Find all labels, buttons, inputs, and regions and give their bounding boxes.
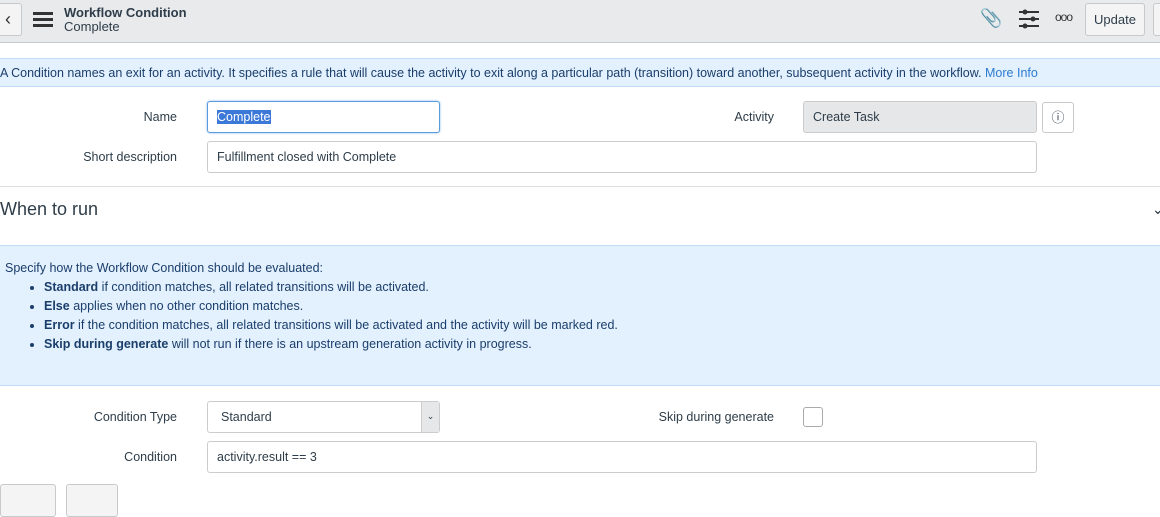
hamburger-menu-icon[interactable]	[33, 12, 53, 30]
name-label: Name	[143, 110, 177, 124]
condition-type-value: Standard	[221, 410, 272, 424]
activity-field: Create Task	[803, 101, 1037, 133]
name-input[interactable]: Complete	[207, 101, 440, 133]
help-item: Standard if condition matches, all relat…	[44, 278, 1160, 297]
settings-sliders-icon[interactable]	[1018, 9, 1040, 34]
condition-type-label: Condition Type	[93, 410, 177, 424]
more-info-link[interactable]: More Info	[985, 66, 1038, 80]
help-intro: Specify how the Workflow Condition shoul…	[5, 261, 324, 275]
help-item: Skip during generate will not run if the…	[44, 335, 1160, 354]
chevron-down-icon[interactable]: ⌄	[421, 402, 439, 432]
more-options-icon[interactable]: ooo	[1055, 10, 1073, 24]
form-header: ‹ Workflow Condition Complete 📎 ooo Upda…	[0, 0, 1160, 43]
back-button[interactable]: ‹	[0, 3, 22, 36]
submit-button[interactable]	[1153, 3, 1160, 36]
skip-during-generate-checkbox[interactable]	[803, 407, 823, 427]
help-box: Specify how the Workflow Condition shoul…	[0, 245, 1160, 386]
bottom-update-button[interactable]	[0, 484, 56, 517]
help-item: Else applies when no other condition mat…	[44, 297, 1160, 316]
condition-label: Condition	[124, 450, 177, 464]
record-name: Complete	[64, 19, 120, 34]
help-item: Error if the condition matches, all rela…	[44, 316, 1160, 335]
skip-during-generate-label: Skip during generate	[658, 410, 774, 424]
update-button[interactable]: Update	[1085, 3, 1145, 36]
when-to-run-section[interactable]: When to run ⌄	[0, 186, 1160, 245]
chevron-down-icon[interactable]: ⌄	[1152, 201, 1160, 218]
condition-type-select[interactable]: Standard ⌄	[207, 401, 440, 433]
bottom-delete-button[interactable]	[66, 484, 118, 517]
condition-input[interactable]: activity.result == 3	[207, 441, 1037, 473]
short-description-input[interactable]: Fulfillment closed with Complete	[207, 141, 1037, 173]
activity-label: Activity	[734, 110, 774, 124]
info-text: A Condition names an exit for an activit…	[0, 66, 982, 80]
info-banner: A Condition names an exit for an activit…	[0, 58, 1160, 87]
activity-info-icon[interactable]: ⓘ	[1042, 102, 1074, 133]
form-title: Workflow Condition	[64, 5, 187, 20]
short-description-label: Short description	[83, 150, 177, 164]
section-title: When to run	[0, 199, 99, 219]
name-value: Complete	[217, 110, 271, 124]
attachment-icon[interactable]: 📎	[980, 8, 1002, 29]
